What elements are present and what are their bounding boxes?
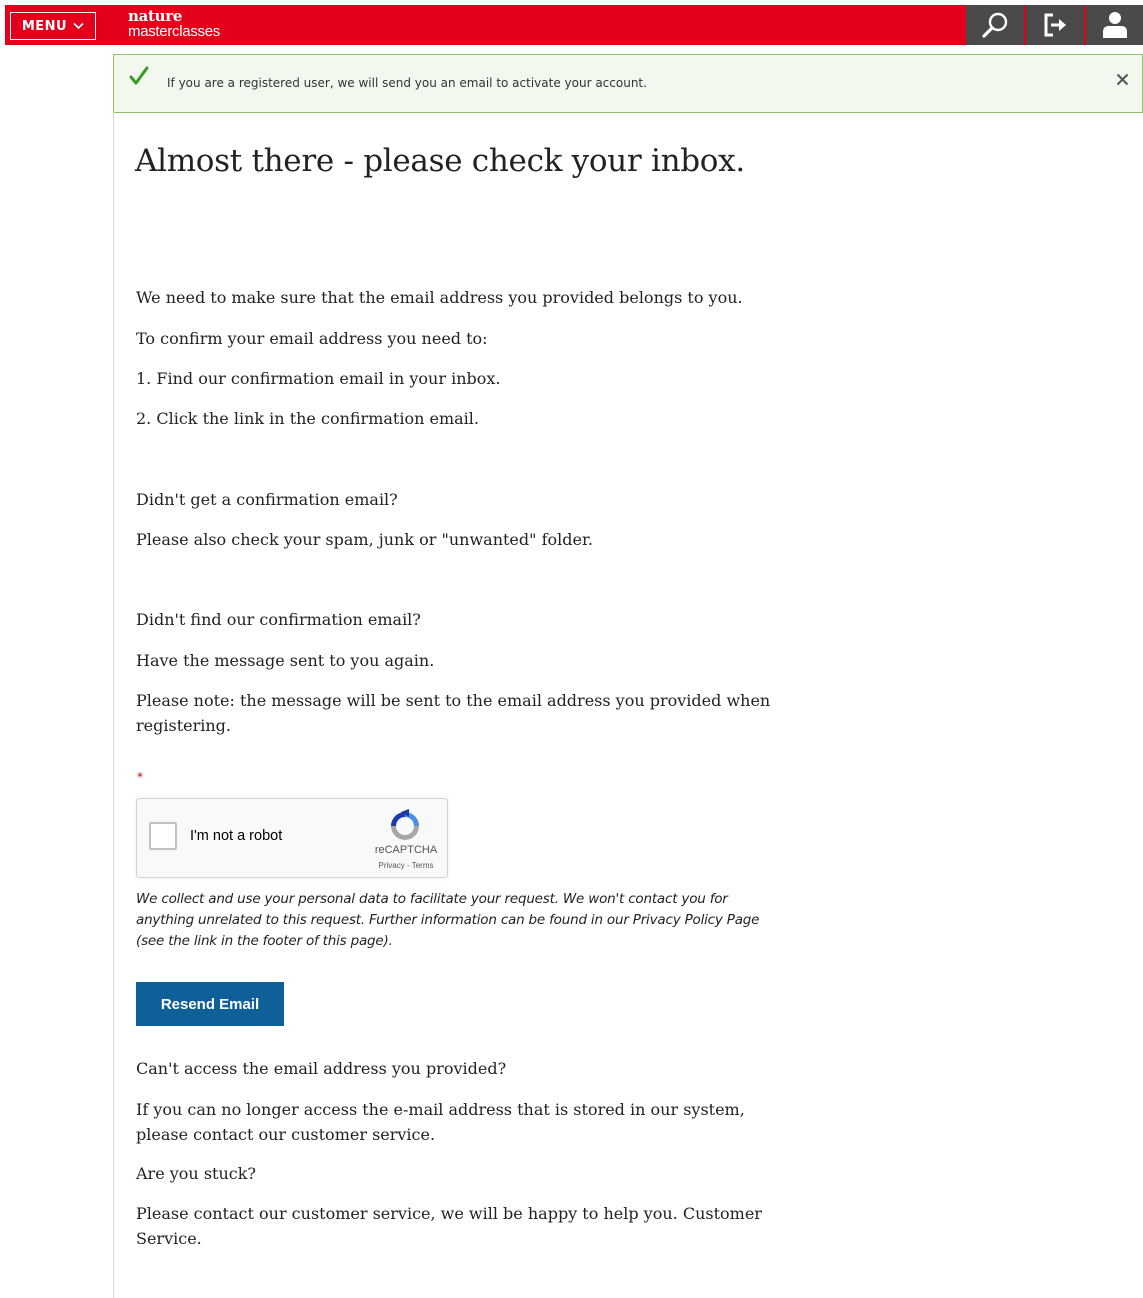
left-divider [113, 112, 114, 1298]
no-email-heading: Didn't get a confirmation email? [136, 490, 398, 509]
user-icon [1102, 12, 1127, 38]
intro-text: We need to make sure that the email addr… [136, 288, 743, 307]
close-notice-button[interactable] [1112, 69, 1132, 89]
privacy-note: We collect and use your personal data to… [136, 891, 760, 949]
activation-notice: If you are a registered user, we will se… [113, 54, 1143, 113]
resend-email-button[interactable]: Resend Email [136, 982, 284, 1026]
stuck-heading: Are you stuck? [136, 1164, 256, 1183]
no-access-heading: Can't access the email address you provi… [136, 1059, 507, 1078]
recaptcha-links[interactable]: Privacy - Terms [366, 861, 446, 870]
recaptcha-label: I'm not a robot [190, 828, 283, 844]
not-found-heading: Didn't find our confirmation email? [136, 610, 421, 629]
account-button[interactable] [1086, 5, 1143, 45]
page-title: Almost there - please check your inbox. [135, 143, 745, 179]
site-logo[interactable]: nature masterclasses [128, 7, 220, 40]
resend-note: Please note: the message will be sent to… [136, 691, 771, 735]
menu-button-label: MENU [21, 18, 68, 34]
recaptcha-checkbox[interactable] [149, 822, 177, 850]
step-2: 2. Click the link in the confirmation em… [136, 409, 479, 428]
logout-icon [1044, 13, 1066, 37]
checkmark-icon [129, 66, 149, 85]
close-icon [1116, 73, 1128, 85]
resend-hint: Have the message sent to you again. [136, 651, 435, 670]
stuck-text: Please contact our customer service, we … [136, 1204, 762, 1248]
logout-button[interactable] [1026, 5, 1084, 45]
spam-hint: Please also check your spam, junk or "un… [136, 530, 593, 549]
step-1: 1. Find our confirmation email in your i… [136, 369, 501, 388]
recaptcha-logo-icon [391, 809, 419, 840]
recaptcha-widget: I'm not a robot reCAPTCHA Privacy - Term… [136, 798, 448, 878]
required-marker: * [137, 770, 143, 784]
search-button[interactable] [966, 5, 1024, 45]
recaptcha-brand: reCAPTCHA [374, 844, 438, 856]
menu-button[interactable]: MENU [10, 12, 96, 40]
instructions-intro: To confirm your email address you need t… [136, 329, 488, 348]
no-access-text: If you can no longer access the e-mail a… [136, 1100, 745, 1144]
chevron-down-icon [73, 22, 84, 30]
brand-line-1: nature [128, 7, 183, 25]
notice-message: If you are a registered user, we will se… [167, 76, 647, 90]
top-nav-bar: MENU nature masterclasses [5, 5, 1143, 45]
search-icon [982, 12, 1008, 38]
brand-line-2: masterclasses [128, 23, 220, 40]
